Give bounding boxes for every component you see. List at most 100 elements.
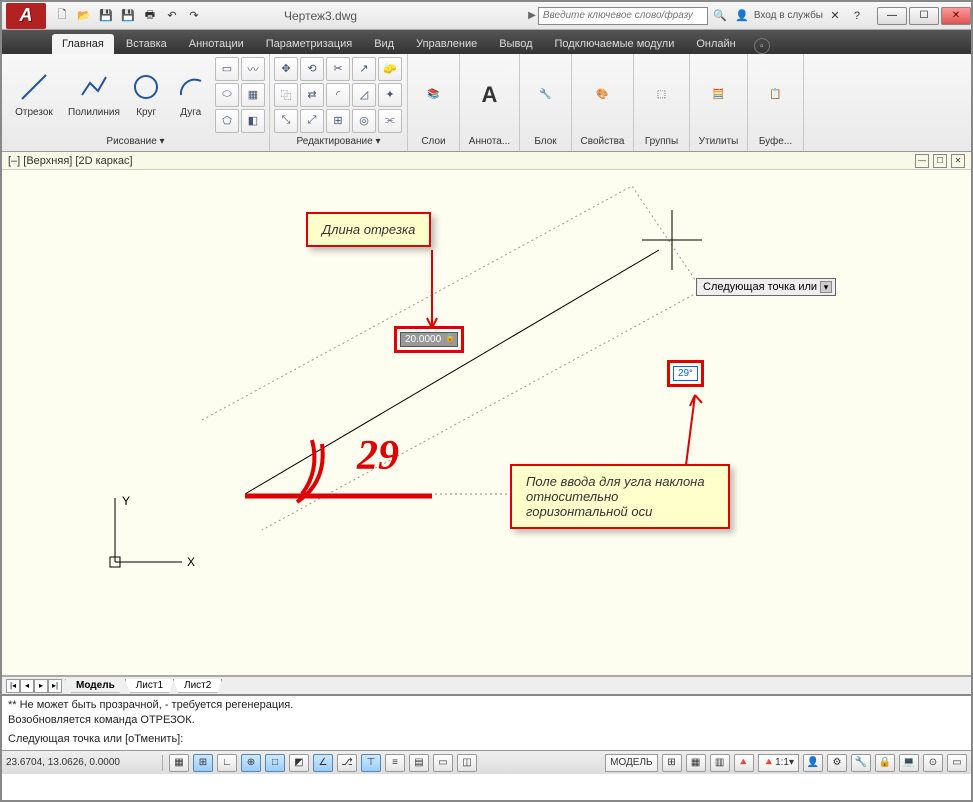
status-dyn-icon[interactable]: ⊤ [361,754,381,772]
tab-manage[interactable]: Управление [406,34,487,54]
nav-next-icon[interactable]: ▸ [34,679,48,693]
status-scale[interactable]: 🔺1:1▾ [758,754,799,772]
search-play-icon[interactable]: ▶ [528,10,536,21]
status-space-model[interactable]: МОДЕЛЬ [605,754,657,772]
status-annovis-icon[interactable]: 👤 [803,754,823,772]
extend-icon[interactable]: ↗ [352,57,376,81]
trim-icon[interactable]: ✂ [326,57,350,81]
hatch-icon[interactable]: ▦ [241,83,265,107]
array-icon[interactable]: ⊞ [326,109,350,133]
minimize-button[interactable]: — [877,7,907,25]
copy-icon[interactable]: ⿻ [274,83,298,107]
status-qvd-icon[interactable]: ▥ [710,754,730,772]
close-button[interactable]: ✕ [941,7,971,25]
status-sc-icon[interactable]: ◫ [457,754,477,772]
ribbon-collapse-button[interactable]: ▫ [754,38,770,54]
dynamic-input-length[interactable]: 20.0000 [394,326,464,353]
join-icon[interactable]: ⫘ [378,109,402,133]
stretch-icon[interactable]: ⤡ [274,109,298,133]
status-iso-icon[interactable]: ⊙ [923,754,943,772]
qat-open-icon[interactable]: 📂 [74,6,94,26]
signin-label[interactable]: Вход в службы [754,10,823,21]
status-hw-icon[interactable]: 💻 [899,754,919,772]
properties-button[interactable]: 🎨 [576,59,629,131]
circle-button[interactable]: Круг [126,59,167,131]
tab-model[interactable]: Модель [65,679,126,693]
ellipse-icon[interactable]: ⬭ [215,83,239,107]
status-ortho-icon[interactable]: ∟ [217,754,237,772]
status-lwt-icon[interactable]: ≡ [385,754,405,772]
status-clean-icon[interactable]: ▭ [947,754,967,772]
tab-insert[interactable]: Вставка [116,34,177,54]
tab-output[interactable]: Вывод [489,34,542,54]
tab-plugins[interactable]: Подключаемые модули [545,34,685,54]
qat-saveas-icon[interactable]: 💾 [118,6,138,26]
groups-button[interactable]: ⬚ [638,59,685,131]
app-menu-button[interactable]: A [6,3,46,29]
explode-icon[interactable]: ✦ [378,83,402,107]
tab-online[interactable]: Онлайн [686,34,745,54]
utilities-button[interactable]: 🧮 [694,59,743,131]
rotate-icon[interactable]: ⟲ [300,57,324,81]
status-tpy-icon[interactable]: ▤ [409,754,429,772]
status-otrack-icon[interactable]: ∠ [313,754,333,772]
panel-draw-title[interactable]: Рисование ▾ [6,133,265,149]
status-annoscale-icon[interactable]: 🔺 [734,754,754,772]
polygon-icon[interactable]: ⬠ [215,109,239,133]
rectangle-icon[interactable]: ▭ [215,57,239,81]
viewport-label[interactable]: [–] [Верхняя] [2D каркас] [8,155,133,167]
signin-icon[interactable]: 👤 [732,6,752,26]
offset-icon[interactable]: ◎ [352,109,376,133]
mirror-icon[interactable]: ⇄ [300,83,324,107]
panel-edit-title[interactable]: Редактирование ▾ [274,133,403,149]
status-polar-icon[interactable]: ⊕ [241,754,261,772]
tab-sheet2[interactable]: Лист2 [173,679,222,693]
arc-button[interactable]: Дуга [170,59,211,131]
help-icon[interactable]: ? [847,6,867,26]
qat-save-icon[interactable]: 💾 [96,6,116,26]
status-qview-icon[interactable]: ▦ [686,754,706,772]
tab-home[interactable]: Главная [52,34,114,54]
status-grid-icon[interactable]: ⊞ [193,754,213,772]
maximize-button[interactable]: ☐ [909,7,939,25]
text-button[interactable]: A [464,59,515,131]
nav-prev-icon[interactable]: ◂ [20,679,34,693]
status-3dosnap-icon[interactable]: ◩ [289,754,309,772]
status-lock-icon[interactable]: 🔒 [875,754,895,772]
command-window[interactable]: ** Не может быть прозрачной, - требуется… [2,694,971,750]
status-ws-icon[interactable]: ⚙ [827,754,847,772]
move-icon[interactable]: ✥ [274,57,298,81]
tab-sheet1[interactable]: Лист1 [125,679,174,693]
qat-print-icon[interactable]: 🖶 [140,6,160,26]
erase-icon[interactable]: 🧽 [378,57,402,81]
status-snap-icon[interactable]: ▦ [169,754,189,772]
exchange-icon[interactable]: ✕ [825,6,845,26]
fillet-icon[interactable]: ◜ [326,83,350,107]
status-osnap-icon[interactable]: □ [265,754,285,772]
qat-redo-icon[interactable]: ↷ [184,6,204,26]
tab-annotations[interactable]: Аннотации [179,34,254,54]
tab-view[interactable]: Вид [364,34,404,54]
scale-icon[interactable]: ⤢ [300,109,324,133]
search-input[interactable] [538,7,708,25]
status-toolbar-icon[interactable]: 🔧 [851,754,871,772]
block-button[interactable]: 🔧 [524,59,567,131]
nav-last-icon[interactable]: ▸| [48,679,62,693]
layers-button[interactable]: 📚 [412,59,455,131]
qat-undo-icon[interactable]: ↶ [162,6,182,26]
qat-new-icon[interactable]: 🗋 [52,6,72,26]
vp-close-icon[interactable]: ✕ [951,154,965,168]
binoculars-icon[interactable]: 🔍 [710,6,730,26]
vp-minimize-icon[interactable]: — [915,154,929,168]
status-qp-icon[interactable]: ▭ [433,754,453,772]
line-button[interactable]: Отрезок [6,59,62,131]
polyline-button[interactable]: Полилиния [66,59,122,131]
drawing-canvas[interactable]: Y X Длина отрезка 20.0000 29 Поле ввода … [2,170,971,676]
status-ducs-icon[interactable]: ⎇ [337,754,357,772]
spline-icon[interactable]: 〰 [241,57,265,81]
chamfer-icon[interactable]: ◿ [352,83,376,107]
nav-first-icon[interactable]: |◂ [6,679,20,693]
vp-maximize-icon[interactable]: ☐ [933,154,947,168]
clipboard-button[interactable]: 📋 [752,59,799,131]
region-icon[interactable]: ◧ [241,109,265,133]
